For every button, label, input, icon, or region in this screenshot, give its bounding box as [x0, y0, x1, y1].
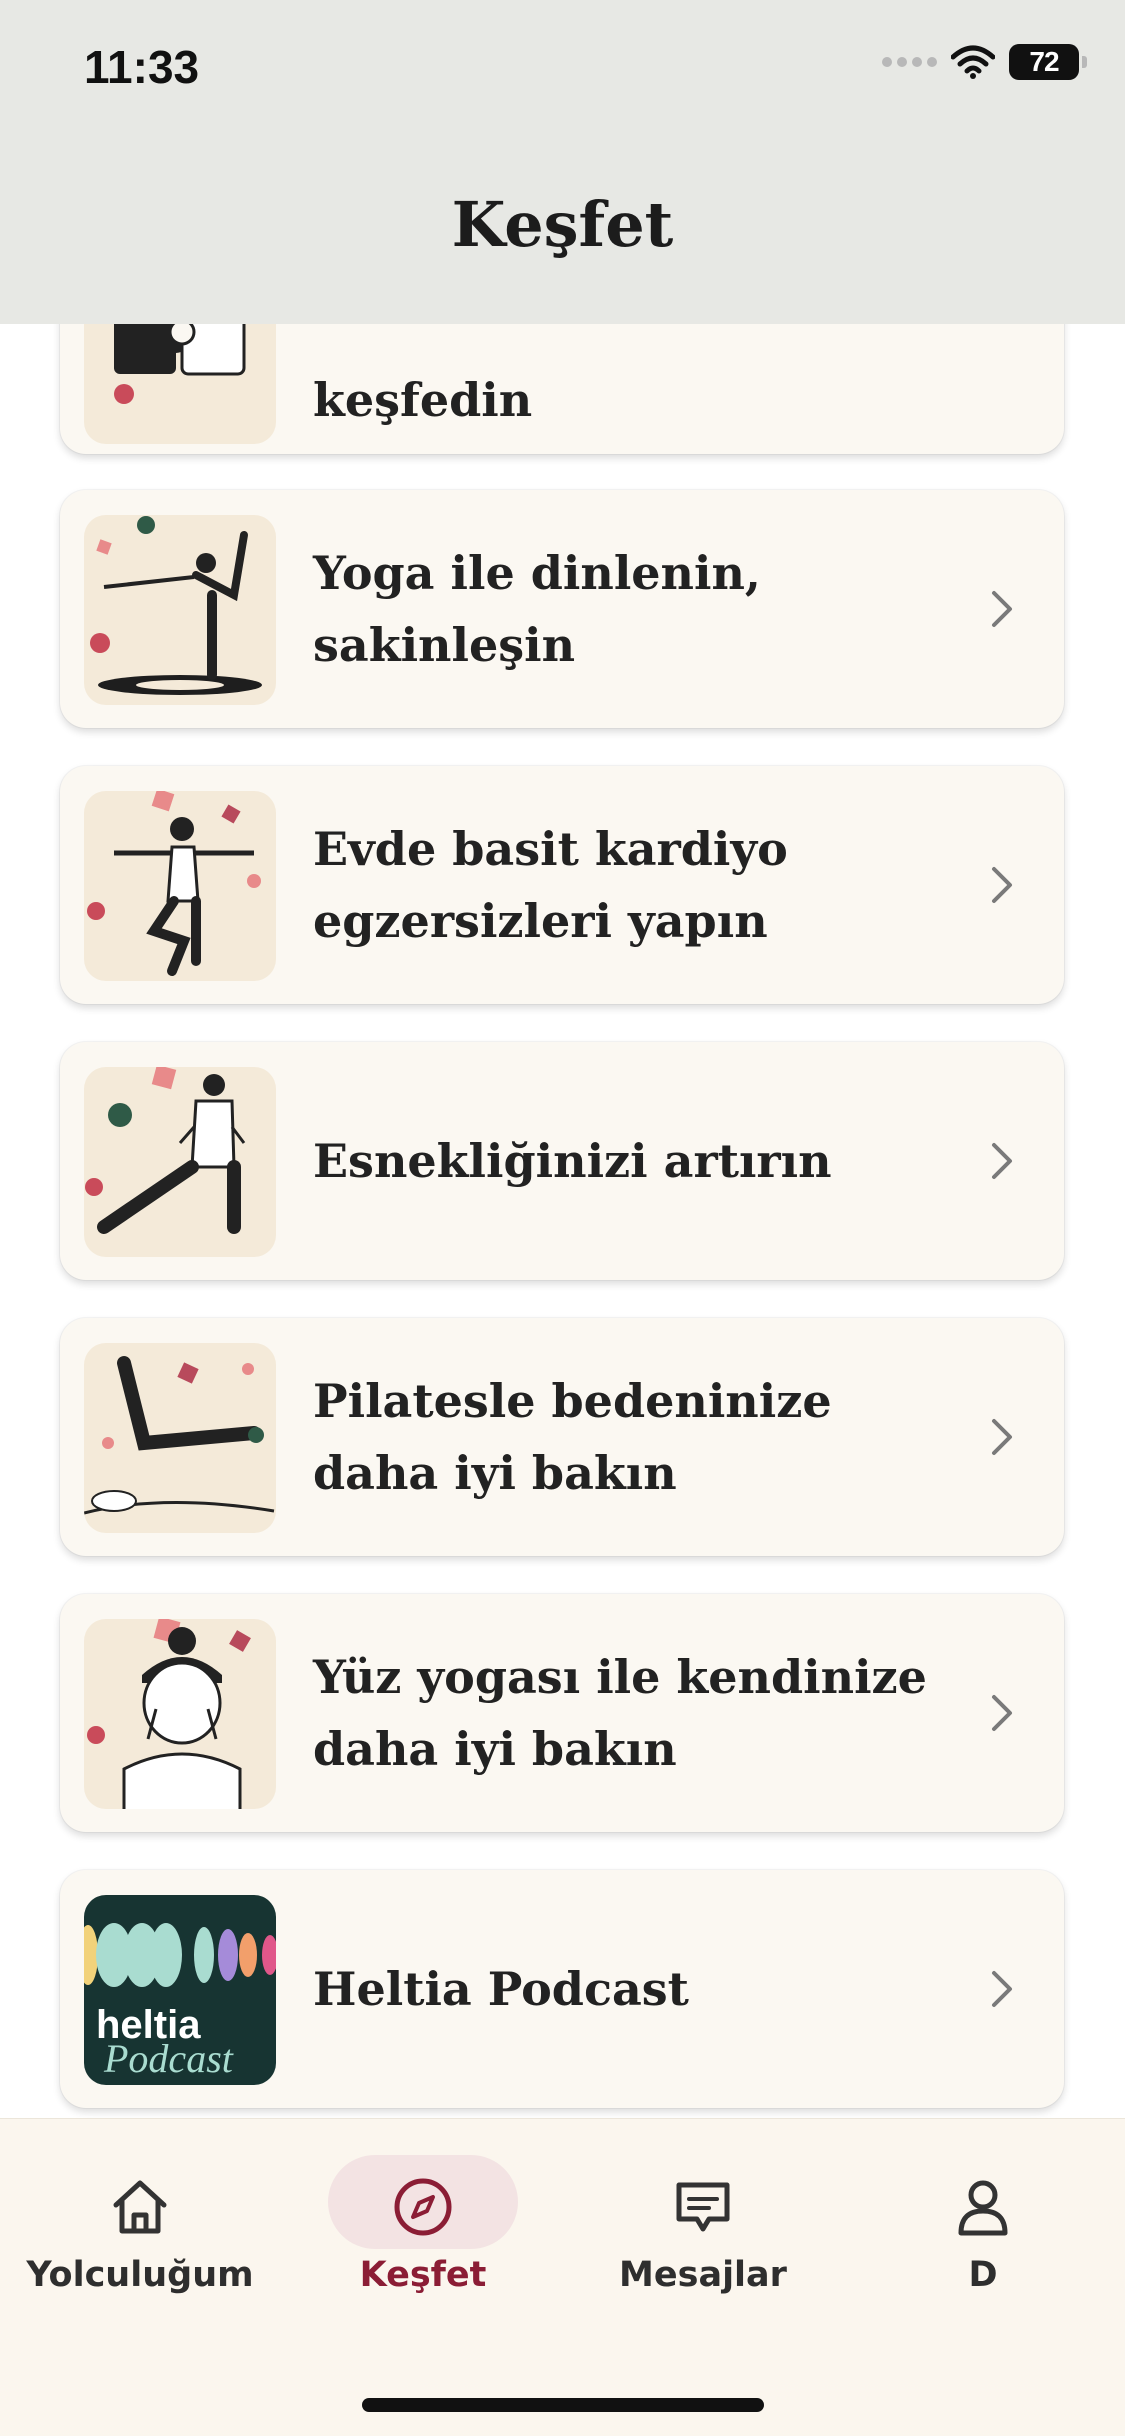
- tab-label: Keşfet: [359, 2255, 487, 2295]
- card-cardio[interactable]: Evde basit kardiyo egzersizleri yapın: [60, 766, 1064, 1004]
- stretching-illustration: [84, 1067, 276, 1257]
- bottom-tab-bar: Yolculuğum Keşfet Mesajlar D: [0, 2118, 1125, 2436]
- chevron-right-icon: [992, 1695, 1012, 1731]
- chevron-right-icon: [992, 1971, 1012, 2007]
- podcast-cover: heltia Podcast: [84, 1895, 276, 2085]
- cellular-signal-icon: [882, 57, 937, 67]
- card-face-yoga[interactable]: Yüz yogası ile kendinize daha iyi bakın: [60, 1594, 1064, 1832]
- card-title: Evde basit kardiyo egzersizleri yapın: [313, 822, 788, 948]
- card-title: Esnekliğinizi artırın: [313, 1134, 832, 1188]
- compass-icon: [383, 2167, 463, 2247]
- tab-label: D: [968, 2255, 998, 2295]
- chevron-right-icon: [992, 591, 1012, 627]
- card-title: Yoga ile dinlenin, sakinleşin: [313, 546, 761, 672]
- cardio-dance-illustration: [84, 791, 276, 981]
- card-title: Heltia Podcast: [313, 1962, 689, 2016]
- tab-label: Mesajlar: [619, 2255, 787, 2295]
- podcast-cover-subtext: Podcast: [104, 2036, 233, 2081]
- profile-icon: [943, 2167, 1023, 2247]
- tab-mesajlar[interactable]: Mesajlar: [578, 2119, 828, 2309]
- card-pilates[interactable]: Pilatesle bedeninize daha iyi bakın: [60, 1318, 1064, 1556]
- face-yoga-illustration: [84, 1619, 276, 1809]
- card-title: Pilatesle bedeninize daha iyi bakın: [313, 1374, 832, 1500]
- card-stretch[interactable]: Esnekliğinizi artırın: [60, 1042, 1064, 1280]
- card-title: Yüz yogası ile kendinize daha iyi bakın: [313, 1650, 927, 1776]
- tab-profile[interactable]: D: [858, 2119, 1108, 2309]
- chat-icon: [663, 2167, 743, 2247]
- chevron-right-icon: [992, 1143, 1012, 1179]
- yoga-pose-illustration: [84, 515, 276, 705]
- page-title: Keşfet: [451, 188, 674, 261]
- status-icons: 72: [882, 44, 1087, 80]
- home-icon: [100, 2167, 180, 2247]
- wifi-icon: [951, 45, 995, 79]
- home-indicator: [362, 2398, 764, 2412]
- top-header: 11:33 72 Keşfet: [0, 0, 1125, 324]
- chevron-right-icon: [992, 867, 1012, 903]
- status-time: 11:33: [84, 41, 200, 93]
- tab-yolculugum[interactable]: Yolculuğum: [15, 2119, 265, 2309]
- chevron-right-icon: [992, 1419, 1012, 1455]
- battery-icon: 72: [1009, 44, 1087, 80]
- card-yoga[interactable]: Yoga ile dinlenin, sakinleşin: [60, 490, 1064, 728]
- pilates-illustration: [84, 1343, 276, 1533]
- card-podcast[interactable]: heltia Podcast Heltia Podcast: [60, 1870, 1064, 2108]
- tab-kesfet[interactable]: Keşfet: [298, 2119, 548, 2309]
- tab-label: Yolculuğum: [26, 2255, 254, 2295]
